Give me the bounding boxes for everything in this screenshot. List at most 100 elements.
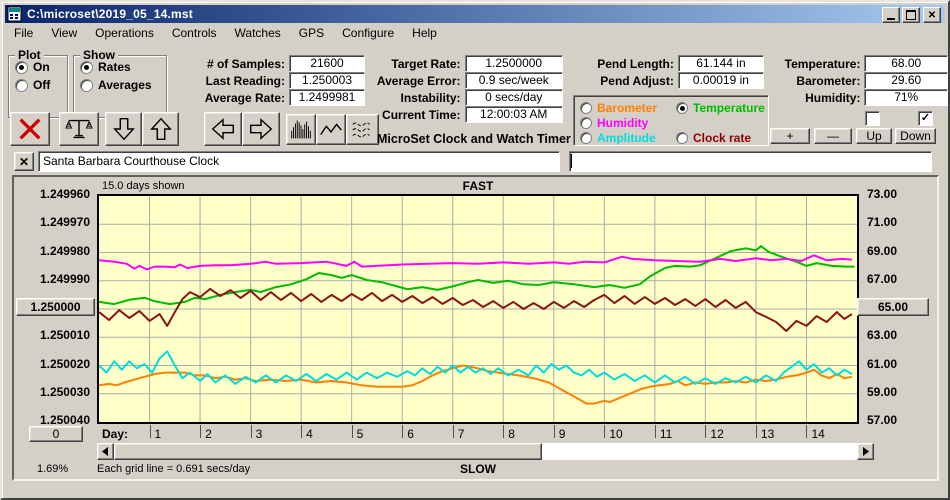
day-tick-label: 14 xyxy=(811,427,824,441)
day-tick xyxy=(453,425,454,438)
axis-tick-label: 69.00 xyxy=(865,244,939,258)
axis-tick-label: 1.249980 xyxy=(14,244,90,258)
menu-gps[interactable]: GPS xyxy=(290,24,333,42)
title-bar[interactable]: C:\microset\2019_05_14.mst ✕ xyxy=(5,5,945,23)
radio-label: Off xyxy=(33,78,50,92)
histogram-view-button[interactable] xyxy=(286,114,316,145)
trace-option-humidity[interactable]: Humidity xyxy=(580,116,648,130)
radio-on[interactable]: On xyxy=(15,60,67,74)
series-barometer xyxy=(99,366,852,404)
field-row: Last Reading:1.250003 xyxy=(182,73,365,88)
line-view-button[interactable] xyxy=(316,114,346,145)
minimize-button[interactable] xyxy=(882,7,900,23)
axis-tick-label: 1.250020 xyxy=(14,357,90,371)
axis-value-button[interactable]: 1.250000 xyxy=(16,298,95,316)
menu-controls[interactable]: Controls xyxy=(163,24,226,42)
field-label: Target Rate: xyxy=(362,57,461,71)
shift-left-button[interactable] xyxy=(204,112,242,146)
field-label: # of Samples: xyxy=(182,57,285,71)
shift-up-button[interactable] xyxy=(142,112,179,146)
day-tick-label: 10 xyxy=(609,427,622,441)
trace-label: Clock rate xyxy=(693,131,751,145)
scrollbar-thumb[interactable] xyxy=(114,443,542,460)
menu-help[interactable]: Help xyxy=(403,24,446,42)
arrow-down-icon xyxy=(110,115,138,143)
day-tick-label: 11 xyxy=(660,427,672,441)
minimize-icon xyxy=(887,18,895,20)
field-label: Barometer: xyxy=(764,74,860,88)
field-label: Humidity: xyxy=(764,91,860,105)
series-humidity xyxy=(99,255,852,269)
day-tick xyxy=(756,425,757,438)
day-tick xyxy=(301,425,302,438)
radio-label: On xyxy=(33,60,50,74)
plot-group-legend: Plot xyxy=(15,48,44,62)
day-tick xyxy=(402,425,403,438)
trace-selector: BarometerHumidityAmplitude Temperature Clo… xyxy=(573,95,769,146)
trace-label: Temperature xyxy=(693,101,765,115)
day-tick xyxy=(503,425,504,438)
field-value-box: 0.00019 in xyxy=(678,72,764,89)
axis-value-button[interactable]: 65.00 xyxy=(857,298,929,316)
environment-stats: Temperature:68.00Barometer:29.60Humidity… xyxy=(764,56,948,107)
trace-option-amplitude[interactable]: Amplitude xyxy=(580,131,656,145)
pendulum-stats: Pend Length:61.144 inPend Adjust:0.00019… xyxy=(577,56,764,90)
plus-button[interactable]: + xyxy=(770,128,810,144)
trace-option-clock-rate[interactable]: Clock rate xyxy=(676,131,751,145)
radio-circle-icon xyxy=(580,117,592,129)
field-value-box: 12:00:03 AM xyxy=(465,106,564,123)
timing-stats: Target Rate:1.2500000Average Error:0.9 s… xyxy=(362,56,563,124)
shift-right-button[interactable] xyxy=(242,112,280,146)
down-button[interactable]: Down xyxy=(895,128,936,144)
balance-button[interactable] xyxy=(59,112,99,146)
zero-button[interactable]: 0 xyxy=(29,426,83,442)
fast-label: FAST xyxy=(97,179,859,193)
radio-averages[interactable]: Averages xyxy=(80,78,166,92)
up-button[interactable]: Up xyxy=(856,128,892,144)
plot-groupbox: Plot OnOff xyxy=(8,55,68,118)
radio-off[interactable]: Off xyxy=(15,78,67,92)
maximize-button[interactable] xyxy=(902,7,920,23)
axis-tick-label: 1.249960 xyxy=(14,187,90,201)
axis-tick-label: 1.250040 xyxy=(14,413,90,427)
plot-area[interactable] xyxy=(97,194,859,424)
menu-view[interactable]: View xyxy=(42,24,86,42)
checkbox-2[interactable]: ✓ xyxy=(918,111,933,126)
notes-input[interactable] xyxy=(569,151,932,172)
minus-button[interactable]: — xyxy=(814,128,852,144)
field-row: Average Rate:1.2499981 xyxy=(182,90,365,105)
trace-option-barometer[interactable]: Barometer xyxy=(580,101,657,115)
shift-down-button[interactable] xyxy=(105,112,142,146)
menu-configure[interactable]: Configure xyxy=(333,24,403,42)
menu-watches[interactable]: Watches xyxy=(226,24,290,42)
day-tick xyxy=(655,425,656,438)
day-tick-label: 1 xyxy=(155,427,162,441)
scroll-right-button[interactable] xyxy=(857,443,874,460)
horizontal-scrollbar[interactable] xyxy=(97,443,874,460)
arrow-right-icon xyxy=(247,115,275,143)
day-axis-label: Day: xyxy=(102,427,128,441)
day-tick xyxy=(705,425,706,438)
field-row: Current Time:12:00:03 AM xyxy=(362,107,563,122)
radio-rates[interactable]: Rates xyxy=(80,60,166,74)
axis-tick-label: 71.00 xyxy=(865,215,939,229)
clock-name-input[interactable]: Santa Barbara Courthouse Clock xyxy=(38,151,560,172)
checkbox-1[interactable] xyxy=(865,111,880,126)
field-value-box: 61.144 in xyxy=(678,55,764,72)
day-tick xyxy=(554,425,555,438)
trace-option-temperature[interactable]: Temperature xyxy=(676,101,765,115)
axis-tick-label: 59.00 xyxy=(865,385,939,399)
clear-button[interactable] xyxy=(10,112,50,146)
averages-view-button[interactable] xyxy=(346,114,379,145)
field-value-box: 29.60 xyxy=(864,72,948,89)
menu-file[interactable]: File xyxy=(5,24,42,42)
menu-operations[interactable]: Operations xyxy=(86,24,163,42)
field-row: Pend Adjust:0.00019 in xyxy=(577,73,764,88)
clear-name-button[interactable]: ✕ xyxy=(14,152,34,171)
day-tick-label: 13 xyxy=(761,427,774,441)
field-value-box: 21600 xyxy=(289,55,365,72)
axis-tick-label: 67.00 xyxy=(865,272,939,286)
scroll-left-button[interactable] xyxy=(97,443,114,460)
close-button[interactable]: ✕ xyxy=(923,7,941,23)
radio-circle-icon xyxy=(15,61,28,74)
